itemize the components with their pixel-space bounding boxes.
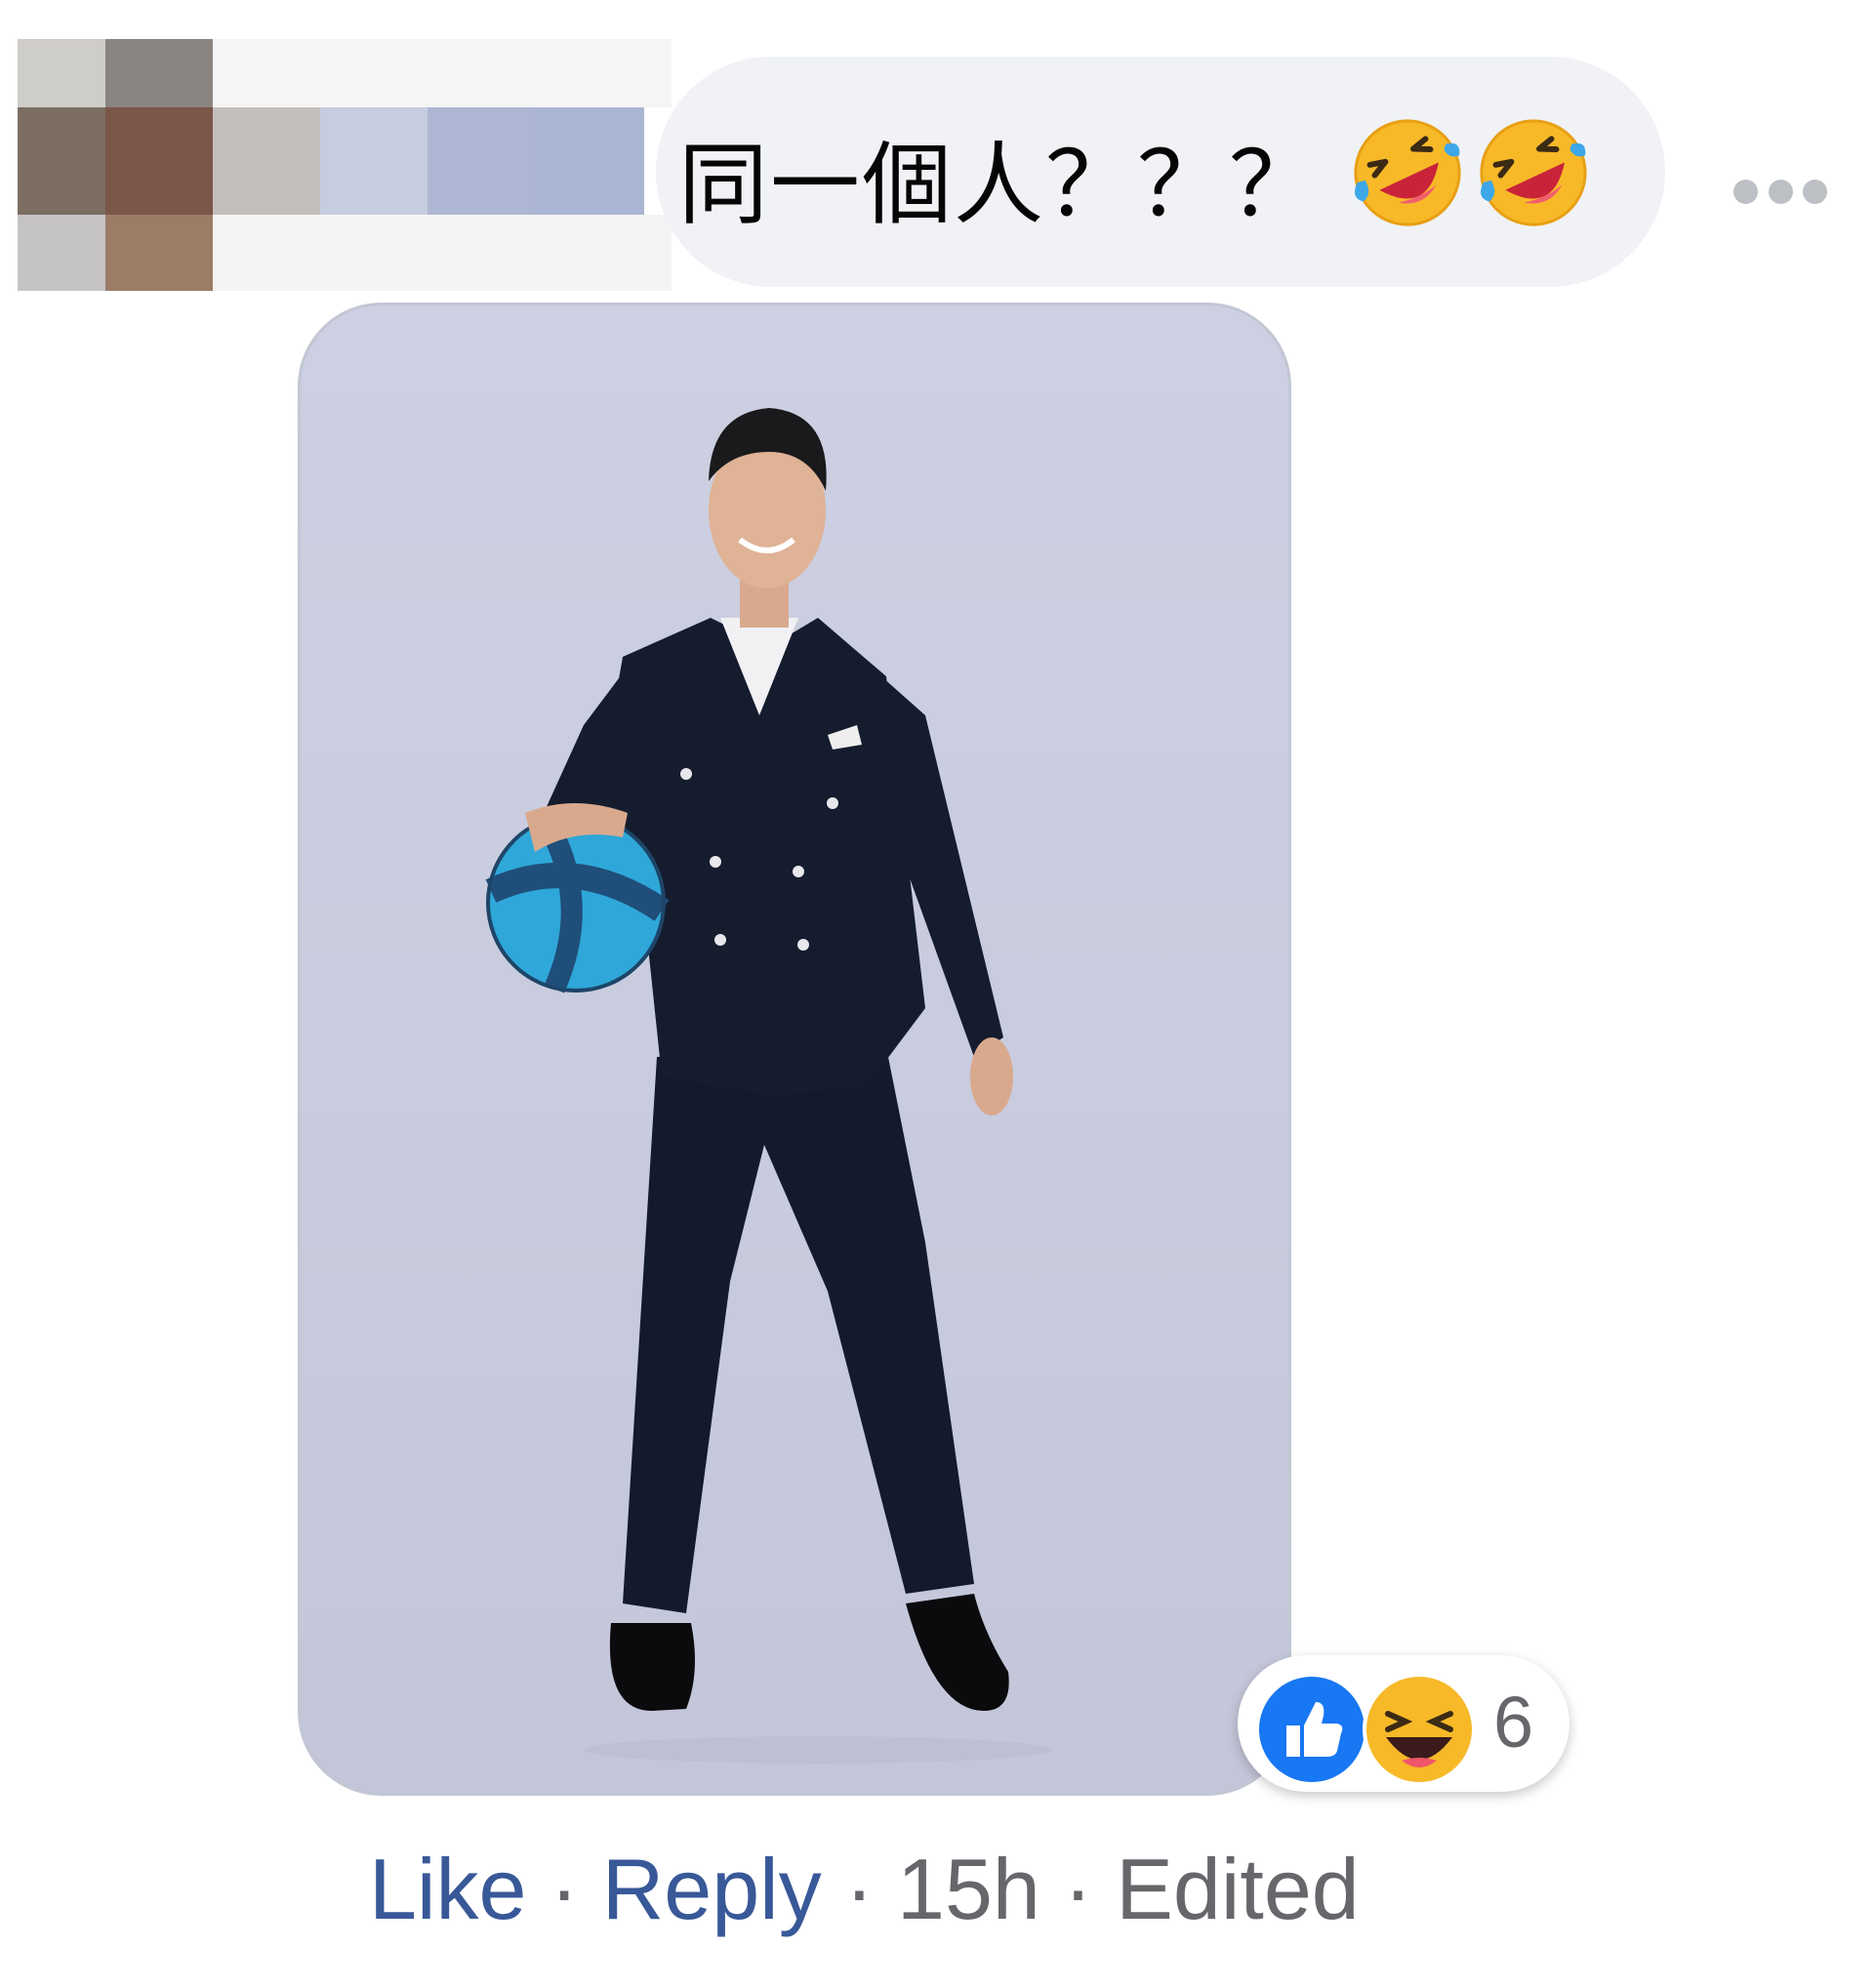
rofl-emoji-icon <box>1480 119 1587 226</box>
reply-button[interactable]: Reply <box>602 1840 822 1939</box>
comment-text: 同一個人？？？ <box>678 132 1322 237</box>
separator: · <box>1063 1841 1093 1937</box>
timestamp[interactable]: 15h <box>897 1840 1040 1939</box>
like-reaction-icon <box>1255 1673 1368 1786</box>
like-button[interactable]: Like <box>369 1840 526 1939</box>
separator: · <box>844 1841 875 1937</box>
avatar[interactable] <box>18 39 213 291</box>
comment-actions: Like · Reply · 15h · Edited <box>369 1840 1360 1939</box>
author-name[interactable] <box>213 39 672 291</box>
separator: · <box>550 1841 579 1937</box>
more-options-icon[interactable] <box>1733 174 1827 209</box>
comment-photo[interactable] <box>298 303 1291 1796</box>
person-with-basketball-image <box>485 408 1052 1764</box>
reaction-count: 6 <box>1493 1682 1534 1763</box>
haha-reaction-icon <box>1363 1673 1476 1786</box>
edited-label[interactable]: Edited <box>1116 1840 1360 1939</box>
rofl-emoji-icon <box>1354 119 1461 226</box>
